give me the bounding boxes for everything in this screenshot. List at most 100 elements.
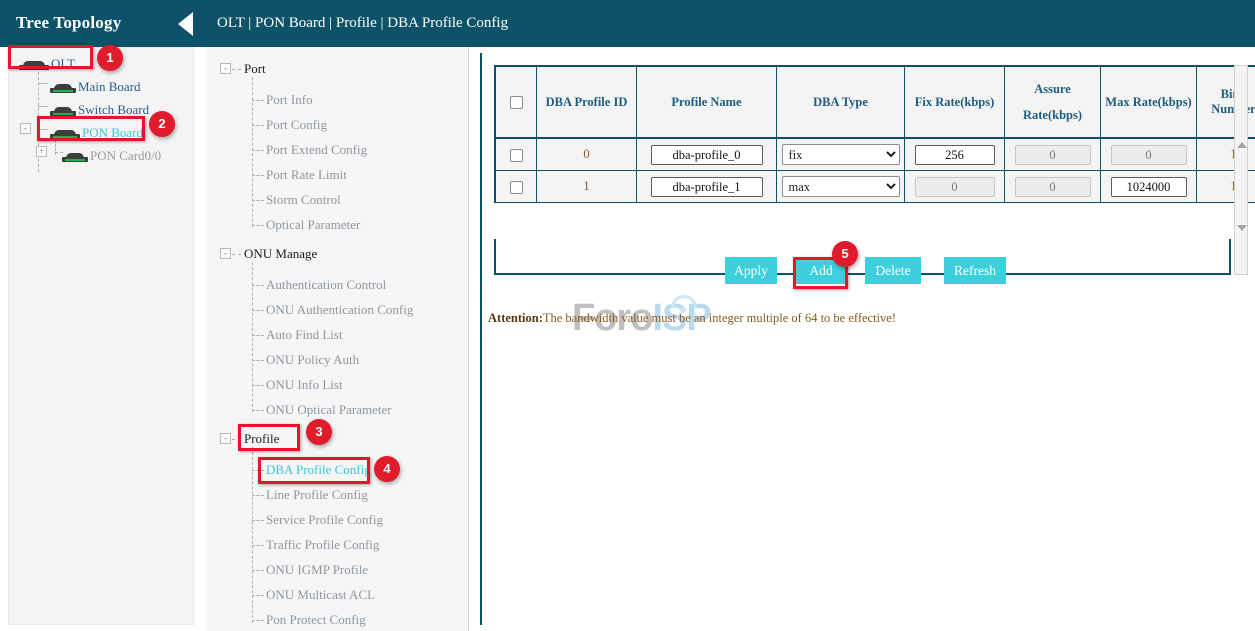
tree-expander-pon-card[interactable]: + xyxy=(36,146,47,157)
menu-expander-port[interactable]: - xyxy=(220,63,231,74)
menu-item-dba-profile-config[interactable]: DBA Profile Config xyxy=(266,460,371,480)
tree-node-label: Main Board xyxy=(78,79,140,94)
menu-group-profile[interactable]: Profile xyxy=(244,429,279,449)
menu-item-onu-info-list[interactable]: ONU Info List xyxy=(266,375,343,395)
cell-fix-rate: 256 xyxy=(905,139,1005,171)
menu-group-onu-manage[interactable]: ONU Manage xyxy=(244,244,317,264)
menu-group-port[interactable]: Port xyxy=(244,59,266,79)
content-inner: DBA Profile ID Profile Name DBA Type Fix… xyxy=(480,53,1245,625)
assure-rate-input[interactable]: 0 xyxy=(1015,145,1091,165)
profile-name-input[interactable]: dba-profile_0 xyxy=(651,145,763,165)
chevron-left-icon[interactable] xyxy=(178,12,193,36)
menu-connector xyxy=(252,495,264,496)
cell-fix-rate: 0 xyxy=(905,171,1005,203)
attention-message: Attention:The bandwidth value must be an… xyxy=(488,311,896,326)
cell-assure-rate: 0 xyxy=(1005,139,1101,171)
device-icon xyxy=(62,150,88,162)
menu-item-authentication-control[interactable]: Authentication Control xyxy=(266,275,386,295)
menu-item-onu-authentication-config[interactable]: ONU Authentication Config xyxy=(266,300,413,320)
menu-item-port-config[interactable]: Port Config xyxy=(266,115,327,135)
tree-node-label: PON Card0/0 xyxy=(90,148,161,163)
tree-node-pon-board[interactable]: PON Board xyxy=(50,121,143,143)
column-header-max-rate: Max Rate(kbps) xyxy=(1101,67,1197,139)
table-row: 1 dba-profile_1 max 0 xyxy=(496,171,1255,203)
cell-dba-profile-id: 1 xyxy=(537,171,637,203)
assure-rate-line1: Assure xyxy=(1008,76,1097,102)
menu-connector xyxy=(252,360,264,361)
menu-item-port-info[interactable]: Port Info xyxy=(266,90,313,110)
menu-item-port-rate-limit[interactable]: Port Rate Limit xyxy=(266,165,347,185)
content-panel: DBA Profile ID Profile Name DBA Type Fix… xyxy=(470,47,1255,631)
menu-expander-onu-manage[interactable]: - xyxy=(220,248,231,259)
max-rate-input[interactable]: 0 xyxy=(1111,145,1187,165)
tree-node-label: OLT xyxy=(51,56,75,71)
menu-connector xyxy=(252,545,264,546)
device-icon xyxy=(50,104,76,116)
tree-expander-pon-board[interactable]: - xyxy=(20,123,31,134)
menu-connector xyxy=(252,285,264,286)
column-header-profile-name: Profile Name xyxy=(637,67,777,139)
dba-type-select[interactable]: fix xyxy=(782,144,900,165)
menu-connector xyxy=(252,520,264,521)
cell-profile-name: dba-profile_1 xyxy=(637,171,777,203)
menu-connector xyxy=(252,570,264,571)
assure-rate-line2: Rate(kbps) xyxy=(1008,102,1097,128)
refresh-button[interactable]: Refresh xyxy=(944,257,1006,284)
menu-expander-profile[interactable]: - xyxy=(220,433,231,444)
scroll-down-icon[interactable] xyxy=(1237,225,1247,231)
menu-item-optical-parameter[interactable]: Optical Parameter xyxy=(266,215,360,235)
menu-item-onu-policy-auth[interactable]: ONU Policy Auth xyxy=(266,350,359,370)
table-vertical-scrollbar[interactable] xyxy=(1234,65,1248,275)
menu-item-onu-multicast-acl[interactable]: ONU Multicast ACL xyxy=(266,585,375,605)
menu-item-line-profile-config[interactable]: Line Profile Config xyxy=(266,485,368,505)
tree-connector xyxy=(38,72,39,172)
row-checkbox[interactable] xyxy=(510,181,523,194)
column-header-dba-profile-id: DBA Profile ID xyxy=(537,67,637,139)
column-header-assure-rate: Assure Rate(kbps) xyxy=(1005,67,1101,139)
menu-connector xyxy=(232,439,241,440)
scroll-up-icon[interactable] xyxy=(1237,142,1247,148)
menu-item-onu-igmp-profile[interactable]: ONU IGMP Profile xyxy=(266,560,368,580)
tree-panel-header: Tree Topology xyxy=(0,0,199,47)
tree-connector xyxy=(38,129,48,130)
apply-button[interactable]: Apply xyxy=(725,257,777,284)
max-rate-input[interactable]: 1024000 xyxy=(1111,177,1187,197)
menu-item-traffic-profile-config[interactable]: Traffic Profile Config xyxy=(266,535,379,555)
cell-assure-rate: 0 xyxy=(1005,171,1101,203)
row-checkbox[interactable] xyxy=(510,149,523,162)
menu-item-pon-protect-config[interactable]: Pon Protect Config xyxy=(266,610,366,630)
device-icon xyxy=(50,81,76,93)
menu-connector xyxy=(252,100,264,101)
tree-node-label: Switch Board xyxy=(78,102,149,117)
menu-item-auto-find-list[interactable]: Auto Find List xyxy=(266,325,343,345)
select-all-checkbox[interactable] xyxy=(510,96,523,109)
column-header-fix-rate: Fix Rate(kbps) xyxy=(905,67,1005,139)
wifi-arc-icon xyxy=(671,295,697,308)
fix-rate-input[interactable]: 0 xyxy=(915,177,995,197)
menu-connector xyxy=(252,150,264,151)
annotation-badge-2: 2 xyxy=(149,111,175,137)
annotation-badge-3: 3 xyxy=(306,419,332,445)
tree-node-main-board[interactable]: Main Board xyxy=(50,75,140,97)
attention-text: The bandwidth value must be an integer m… xyxy=(543,311,896,325)
attention-label: Attention: xyxy=(488,311,543,325)
tree-node-pon-card[interactable]: PON Card0/0 xyxy=(62,144,161,166)
menu-connector xyxy=(232,254,241,255)
menu-item-port-extend-config[interactable]: Port Extend Config xyxy=(266,140,367,160)
menu-item-storm-control[interactable]: Storm Control xyxy=(266,190,341,210)
menu-connector xyxy=(252,447,253,623)
dba-type-select[interactable]: max xyxy=(782,176,900,197)
menu-item-onu-optical-parameter[interactable]: ONU Optical Parameter xyxy=(266,400,392,420)
menu-connector xyxy=(252,385,264,386)
delete-button[interactable]: Delete xyxy=(865,257,921,284)
cell-max-rate: 0 xyxy=(1101,139,1197,171)
tree-node-switch-board[interactable]: Switch Board xyxy=(50,98,149,120)
menu-connector xyxy=(252,310,264,311)
fix-rate-input[interactable]: 256 xyxy=(915,145,995,165)
cell-profile-name: dba-profile_0 xyxy=(637,139,777,171)
menu-item-service-profile-config[interactable]: Service Profile Config xyxy=(266,510,383,530)
assure-rate-input[interactable]: 0 xyxy=(1015,177,1091,197)
menu-connector xyxy=(252,225,264,226)
tree-node-olt[interactable]: OLT xyxy=(19,52,75,74)
profile-name-input[interactable]: dba-profile_1 xyxy=(651,177,763,197)
